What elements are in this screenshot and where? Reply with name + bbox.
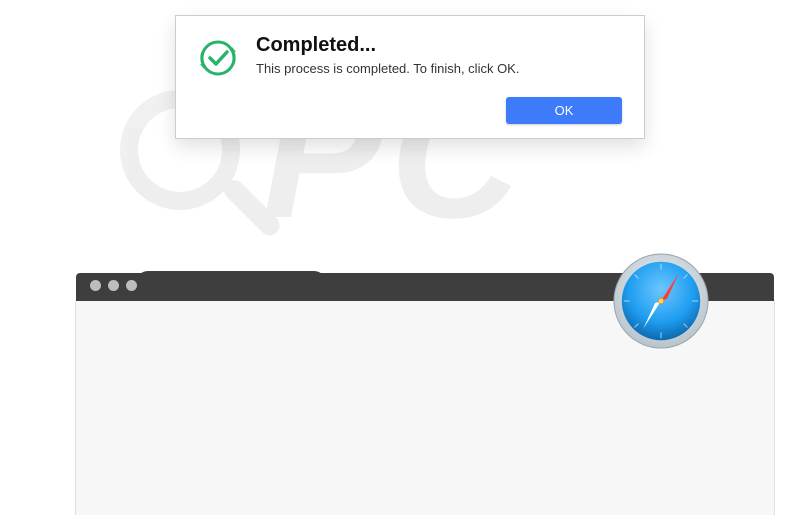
window-dot	[90, 280, 101, 291]
safari-compass-icon	[612, 252, 710, 350]
completed-dialog: Completed... This process is completed. …	[175, 15, 645, 139]
ok-button[interactable]: OK	[506, 97, 622, 124]
window-dot	[126, 280, 137, 291]
window-dot	[108, 280, 119, 291]
completed-check-icon	[198, 38, 238, 83]
dialog-message: This process is completed. To finish, cl…	[256, 61, 519, 76]
dialog-title: Completed...	[256, 34, 519, 57]
window-controls	[90, 280, 137, 291]
